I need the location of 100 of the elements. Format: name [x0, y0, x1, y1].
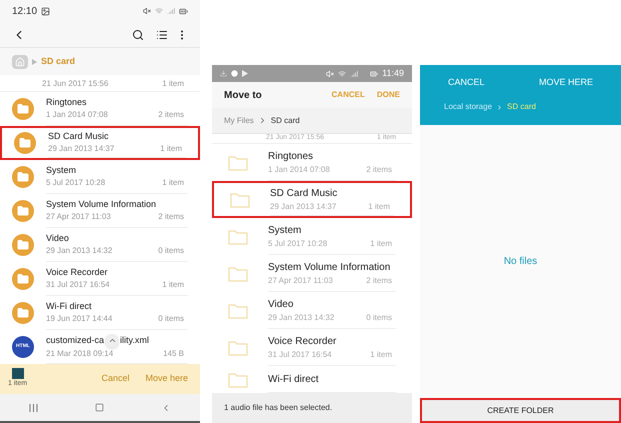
- item-count: 1 item: [160, 143, 182, 156]
- folder-icon: [228, 302, 248, 318]
- folder-glyph-icon: [17, 307, 29, 319]
- dialog-title: Move to: [224, 88, 262, 102]
- file-row[interactable]: Ringtones 1 Jan 2014 07:08 2 items: [0, 92, 200, 126]
- folder-icon: [230, 192, 250, 208]
- scroll-up-button[interactable]: [105, 334, 120, 348]
- file-name: System Volume Information: [46, 198, 156, 211]
- folder-glyph-icon: [17, 205, 29, 217]
- folder-glyph-icon: [17, 239, 29, 251]
- file-name: SD Card Music: [48, 130, 109, 143]
- circle-icon: [231, 70, 238, 77]
- file-name: System Volume Information: [268, 260, 392, 274]
- file-row[interactable]: SD Card Music 29 Jan 2013 14:37 1 item: [212, 181, 412, 218]
- file-name: Ringtones: [268, 150, 314, 164]
- image-icon: [41, 6, 50, 16]
- signal-icon: [350, 70, 358, 78]
- mute-icon: [326, 70, 334, 78]
- file-row[interactable]: Voice Recorder 31 Jul 2017 16:54 1 item: [0, 262, 200, 296]
- breadcrumb-arrow-icon: [32, 58, 37, 64]
- item-count: 1 item: [368, 200, 390, 212]
- item-count: 2 items: [158, 211, 184, 224]
- file-name: Video: [268, 298, 294, 312]
- file-name: ility.xml: [120, 334, 149, 347]
- folder-icon: [228, 340, 248, 356]
- folder-glyph-icon: [17, 103, 29, 115]
- file-date: 29 Jan 2013 14:37: [270, 200, 336, 212]
- file-row[interactable]: Video 29 Jan 2013 14:32 0 items: [0, 228, 200, 262]
- folder-glyph-icon: [19, 137, 31, 149]
- home-nav-icon[interactable]: [94, 403, 104, 412]
- search-icon[interactable]: [132, 28, 144, 40]
- file-row[interactable]: Wi-Fi direct 19 Jun 2017 14:44 0 items: [0, 296, 200, 330]
- file-date: 1 Jan 2014 07:08: [268, 164, 330, 176]
- folder-glyph-icon: [17, 273, 29, 285]
- file-name: System: [46, 164, 76, 177]
- item-count: 1 item: [370, 348, 392, 360]
- file-date: 5 Jul 2017 10:28: [268, 238, 328, 250]
- item-count: 0 items: [366, 312, 392, 324]
- mute-icon: [143, 7, 151, 15]
- wifi-icon: [155, 7, 163, 15]
- file-date: 31 Jul 2017 16:54: [268, 348, 332, 360]
- chevron-icon: [496, 104, 504, 110]
- file-date: 1 Jan 2014 07:08: [46, 109, 108, 122]
- folder-icon: [228, 372, 248, 388]
- selection-message: 1 audio file has been selected.: [224, 402, 332, 414]
- file-row[interactable]: Voice Recorder 31 Jul 2017 16:54 1 item: [212, 329, 412, 366]
- file-date: 27 Apr 2017 11:03: [46, 211, 111, 224]
- play-icon: [242, 70, 248, 77]
- empty-message: No files: [504, 255, 538, 269]
- folder-icon: [228, 228, 248, 244]
- file-date: 21 Mar 2018 09:14: [46, 348, 114, 360]
- status-time: 12:10: [12, 4, 38, 18]
- wifi-icon: [338, 70, 346, 78]
- status-time: 11:49: [382, 66, 404, 80]
- file-row[interactable]: SD Card Music 29 Jan 2013 14:37 1 item: [0, 126, 200, 160]
- item-count: 2 items: [366, 274, 392, 286]
- battery-icon: [179, 6, 188, 16]
- item-count: 1 item: [162, 80, 184, 88]
- file-row[interactable]: System Volume Information 27 Apr 2017 11:03 2 items: [0, 194, 200, 228]
- file-date: 19 Jun 2017 14:44: [46, 313, 112, 326]
- item-count: 1 item: [162, 279, 184, 292]
- file-date: 21 Jun 2017 15:56: [42, 80, 108, 88]
- folder-icon: [228, 154, 248, 170]
- file-name: Voice Recorder: [46, 266, 108, 279]
- file-name: Wi-Fi direct: [268, 372, 320, 386]
- file-date: 27 Apr 2017 11:03: [268, 274, 333, 286]
- signal-icon: [167, 7, 175, 15]
- file-name: Voice Recorder: [268, 334, 338, 348]
- file-date: 29 Jan 2013 14:37: [48, 143, 114, 156]
- file-date: 31 Jul 2017 16:54: [46, 279, 110, 292]
- item-count: 145 B: [163, 348, 184, 360]
- create-folder-button[interactable]: CREATE FOLDER: [420, 398, 621, 423]
- file-name: SD Card Music: [270, 186, 338, 200]
- file-name: Wi-Fi direct: [46, 300, 92, 313]
- item-count: 1 item: [370, 238, 392, 250]
- file-row[interactable]: System Volume Information 27 Apr 2017 11:03 2 items: [212, 255, 412, 292]
- folder-glyph-icon: [17, 171, 29, 183]
- item-count: 1 item: [162, 177, 184, 190]
- file-date: 29 Jan 2013 14:32: [46, 245, 112, 258]
- item-count: 2 items: [158, 109, 184, 122]
- file-name: Video: [46, 232, 69, 245]
- breadcrumb-item[interactable]: SD card: [270, 114, 300, 126]
- item-count: 2 items: [366, 164, 392, 176]
- item-count: 0 items: [158, 245, 184, 258]
- file-row[interactable]: System 5 Jul 2017 10:28 1 item: [212, 218, 412, 255]
- thumbnail-placeholder: [12, 368, 24, 380]
- file-name: Ringtones: [46, 96, 87, 109]
- battery-icon: [370, 70, 378, 78]
- recent-apps-icon[interactable]: [28, 404, 38, 412]
- download-icon: [220, 70, 227, 77]
- file-row[interactable]: Ringtones 1 Jan 2014 07:08 2 items: [212, 144, 412, 181]
- file-row[interactable]: Video 29 Jan 2013 14:32 0 items: [212, 292, 412, 329]
- chevron-up-icon[interactable]: [108, 336, 117, 345]
- file-date: 5 Jul 2017 10:28: [46, 177, 106, 190]
- item-count: 0 items: [158, 313, 184, 326]
- file-row[interactable]: System 5 Jul 2017 10:28 1 item: [0, 160, 200, 194]
- file-name: System: [268, 224, 302, 238]
- file-date: 29 Jan 2013 14:32: [268, 312, 334, 324]
- folder-icon: [228, 266, 248, 282]
- file-name: customized-ca: [46, 334, 104, 347]
